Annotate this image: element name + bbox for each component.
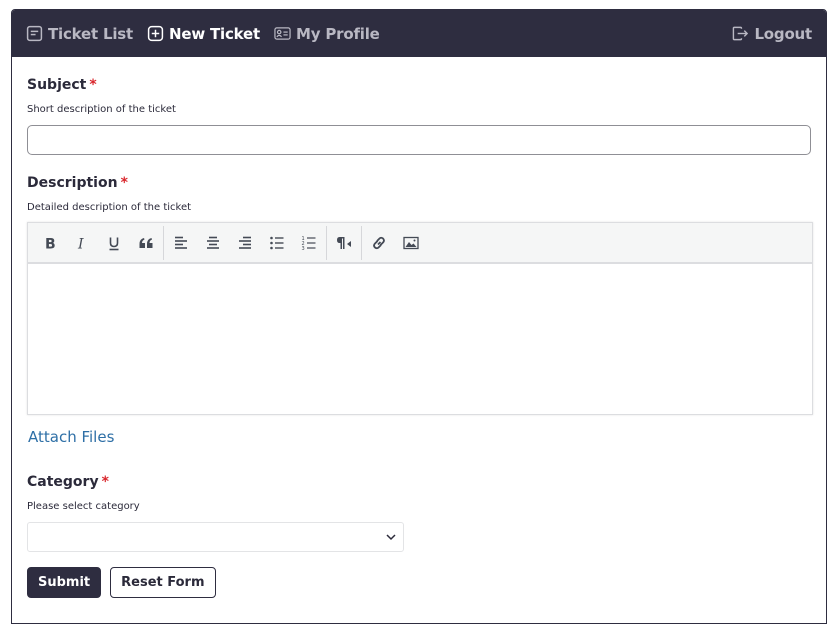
chevron-down-icon xyxy=(386,534,396,541)
blockquote-button[interactable] xyxy=(130,228,162,258)
quote-icon xyxy=(139,237,153,248)
submit-button[interactable]: Submit xyxy=(27,567,102,598)
subject-label: Subject * xyxy=(27,77,811,93)
toolbar-separator xyxy=(361,225,362,260)
nav-new-ticket[interactable]: New Ticket xyxy=(147,25,260,43)
list-icon xyxy=(26,25,43,42)
text-direction-button[interactable] xyxy=(328,228,360,258)
reset-form-button[interactable]: Reset Form xyxy=(110,567,216,598)
category-label: Category * xyxy=(27,474,811,490)
description-label: Description * xyxy=(27,175,811,191)
bold-icon: B xyxy=(45,236,56,251)
nav-my-profile-label: My Profile xyxy=(296,24,380,43)
align-right-icon xyxy=(239,236,251,249)
id-card-icon xyxy=(274,27,291,40)
category-label-text: Category xyxy=(27,474,99,490)
italic-icon: I xyxy=(77,236,84,251)
numbered-list-icon: 123 xyxy=(302,236,316,251)
description-help: Detailed description of the ticket xyxy=(27,202,192,213)
link-button[interactable] xyxy=(363,228,395,258)
align-right-button[interactable] xyxy=(229,228,261,258)
align-center-button[interactable] xyxy=(197,228,229,258)
description-editor-area[interactable] xyxy=(28,264,812,414)
underline-icon xyxy=(109,237,119,250)
editor-toolbar: B I 123 xyxy=(28,223,812,264)
bold-button[interactable]: B xyxy=(34,228,66,258)
nav-logout-label: Logout xyxy=(754,24,812,43)
align-left-button[interactable] xyxy=(165,228,197,258)
category-help: Please select category xyxy=(27,501,140,512)
nav-logout[interactable]: Logout xyxy=(732,25,812,43)
required-marker: * xyxy=(120,175,128,191)
subject-input[interactable] xyxy=(27,125,811,155)
toolbar-separator xyxy=(326,225,327,260)
nav-new-ticket-label: New Ticket xyxy=(169,24,261,43)
subject-label-text: Subject xyxy=(27,77,87,93)
underline-button[interactable] xyxy=(98,228,130,258)
align-left-icon xyxy=(175,236,187,249)
svg-text:B: B xyxy=(45,236,56,251)
category-select[interactable] xyxy=(27,522,404,552)
nav-ticket-list[interactable]: Ticket List xyxy=(26,25,133,43)
align-center-icon xyxy=(207,236,219,249)
toolbar-separator xyxy=(163,225,164,260)
nav-my-profile[interactable]: My Profile xyxy=(274,25,380,43)
numbered-list-button[interactable]: 123 xyxy=(293,228,325,258)
form-content: Subject * Short description of the ticket… xyxy=(12,77,826,598)
logout-icon xyxy=(733,26,749,41)
bullet-list-button[interactable] xyxy=(261,228,293,258)
nav-ticket-list-label: Ticket List xyxy=(48,24,134,43)
subject-help: Short description of the ticket xyxy=(27,104,176,115)
bullet-list-icon xyxy=(270,236,284,249)
plus-square-icon xyxy=(147,25,164,42)
image-icon xyxy=(403,236,419,249)
attach-files-link[interactable]: Attach Files xyxy=(27,428,114,446)
svg-text:I: I xyxy=(77,236,84,251)
svg-text:3: 3 xyxy=(302,246,305,251)
top-nav: Ticket List New Ticket My Profile Logout xyxy=(12,10,826,57)
required-marker: * xyxy=(89,77,97,93)
italic-button[interactable]: I xyxy=(66,228,98,258)
ticket-form-panel: Ticket List New Ticket My Profile Logout… xyxy=(11,9,827,624)
required-marker: * xyxy=(101,474,109,490)
image-button[interactable] xyxy=(395,228,427,258)
description-label-text: Description xyxy=(27,175,118,191)
paragraph-direction-icon xyxy=(337,236,351,249)
link-icon xyxy=(373,236,385,249)
rich-text-editor: B I 123 xyxy=(27,222,813,415)
form-actions: Submit Reset Form xyxy=(27,567,811,598)
